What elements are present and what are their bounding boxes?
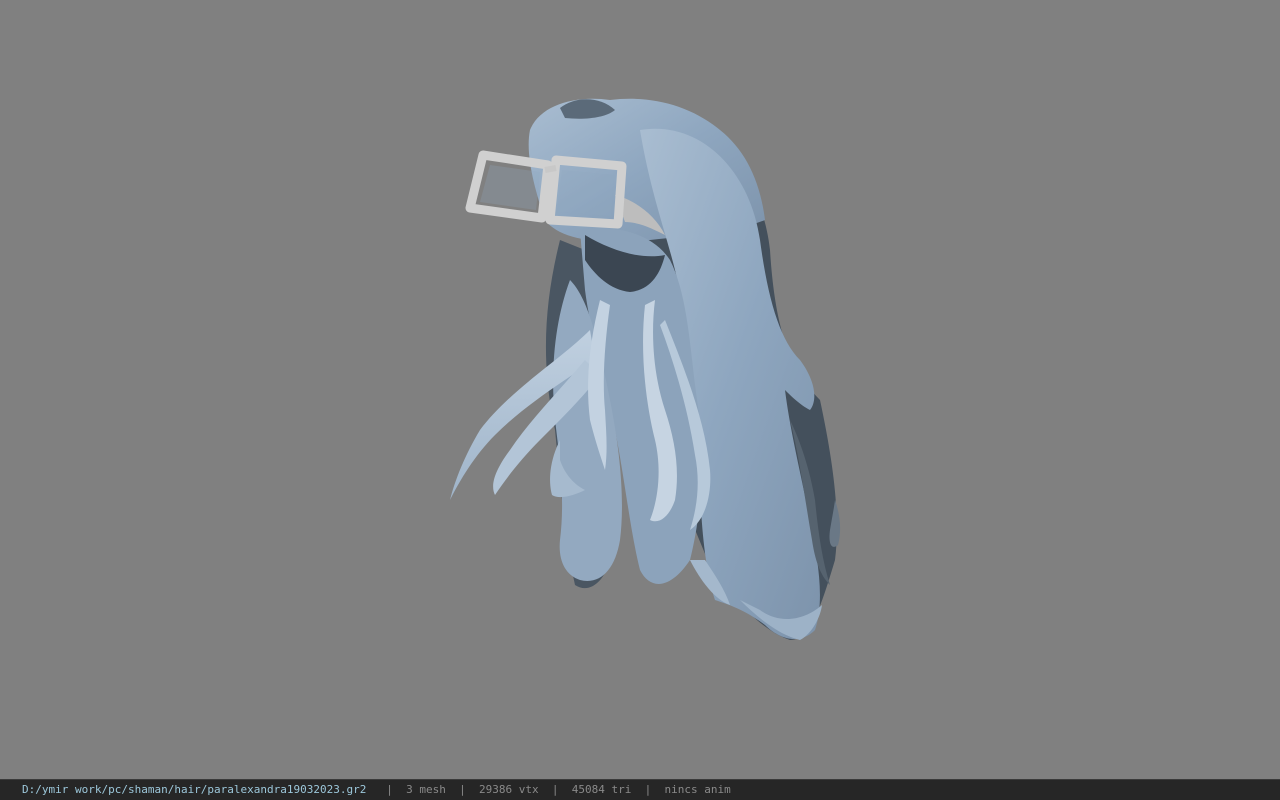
- status-bar: D:/ymir work/pc/shaman/hair/paralexandra…: [0, 779, 1280, 800]
- hair-model[interactable]: [0, 0, 1280, 779]
- 3d-viewport[interactable]: [0, 0, 1280, 779]
- animation-status: nincs anim: [664, 783, 731, 796]
- sunglasses-left-lens: [480, 165, 540, 210]
- sunglasses-right-lens: [557, 170, 614, 216]
- separator: |: [551, 783, 559, 796]
- separator: |: [644, 783, 652, 796]
- vertex-count: 29386 vtx: [479, 783, 539, 796]
- mesh-count: 3 mesh: [406, 783, 446, 796]
- separator: |: [386, 783, 393, 796]
- sunglasses-bridge: [544, 165, 557, 173]
- separator: |: [459, 783, 466, 796]
- file-path: D:/ymir work/pc/shaman/hair/paralexandra…: [22, 783, 367, 796]
- triangle-count: 45084 tri: [571, 783, 632, 796]
